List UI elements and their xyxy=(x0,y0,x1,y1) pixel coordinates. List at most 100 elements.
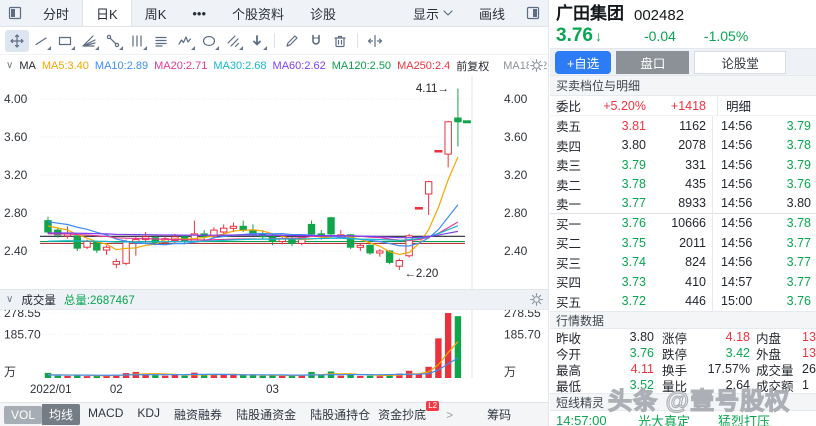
order-book-row[interactable]: 卖一 3.77 8933 xyxy=(550,194,712,214)
order-book-row[interactable]: 买二 3.75 2011 xyxy=(550,233,712,253)
trade-detail-row[interactable]: 14:56 3.78 xyxy=(713,214,816,234)
price-adjust-mode[interactable]: 前复权 xyxy=(456,58,489,74)
indicator-tab[interactable]: 融资融券 xyxy=(174,406,222,423)
order-book-row[interactable]: 卖五 3.81 1162 xyxy=(550,116,712,136)
add-watchlist-button[interactable]: +自选 xyxy=(555,50,612,74)
tab-chip-distribution[interactable]: 筹码 xyxy=(487,406,511,423)
display-dropdown[interactable]: 显示 xyxy=(400,0,466,26)
trade-time: 14:56 xyxy=(721,196,753,211)
draw-line-button[interactable]: 画线 xyxy=(466,0,518,26)
alert-seat: 光大真定 xyxy=(638,413,691,426)
layout-right-panel-icon[interactable] xyxy=(518,0,548,26)
volume-settings-gear-icon[interactable] xyxy=(529,292,544,307)
move-crosshair-icon[interactable] xyxy=(5,29,29,52)
trade-price: 3.79 xyxy=(786,118,811,133)
trade-detail-row[interactable]: 14:56 3.76 xyxy=(713,175,816,195)
horizontal-expand-icon[interactable] xyxy=(363,30,387,52)
vertical-lines-icon[interactable] xyxy=(125,30,149,52)
volume-header: ∨ 成交量 总量:2687467 xyxy=(0,289,548,310)
trade-details-list[interactable]: 14:56 3.79 14:56 3.78 14:56 3.79 14:56 3.76 14:5… xyxy=(712,116,816,311)
trade-detail-row[interactable]: 14:56 3.79 xyxy=(713,116,816,136)
tab-weekly-k[interactable]: 周K xyxy=(132,0,180,26)
order-book-row[interactable]: 买一 3.76 10666 xyxy=(550,214,712,234)
tab-ma-lines[interactable]: 均线 xyxy=(42,404,81,425)
order-book-row[interactable]: 卖四 3.80 2078 xyxy=(550,136,712,156)
level-label: 卖五 xyxy=(556,120,582,135)
more-tabs-arrow[interactable]: > xyxy=(446,408,453,422)
tab-stock-info[interactable]: 个股资料 xyxy=(219,0,297,26)
ma-legend-title: MA xyxy=(19,59,36,72)
weibi-label: 委比 xyxy=(556,100,582,114)
tab-fund-dip[interactable]: 资金抄底 L2 xyxy=(378,401,440,423)
tab-order-book[interactable]: 盘口 xyxy=(616,50,690,74)
collapse-caret-icon[interactable]: ∨ xyxy=(6,60,13,71)
trade-detail-row[interactable]: 14:56 3.77 xyxy=(713,253,816,273)
ma-legend-item: MA30:2.68 xyxy=(213,59,267,72)
trade-price: 3.76 xyxy=(786,294,811,309)
indicator-tab[interactable]: MACD xyxy=(88,406,123,423)
svg-text:4.00: 4.00 xyxy=(4,92,28,106)
indicator-tab[interactable]: KDJ xyxy=(137,406,160,423)
ma-legend-item: MA10:2.89 xyxy=(94,59,149,72)
level-price: 3.74 xyxy=(621,255,646,270)
trade-detail-row[interactable]: 14:56 3.77 xyxy=(713,233,816,253)
order-book-row[interactable]: 卖二 3.78 435 xyxy=(550,175,712,195)
level-price: 3.76 xyxy=(621,216,646,231)
order-book-row[interactable]: 买三 3.74 824 xyxy=(550,253,712,273)
quote-field-label: 量比 xyxy=(662,379,688,394)
quote-field-value: 13 xyxy=(802,346,816,360)
collapse-caret-icon[interactable]: ∨ xyxy=(6,294,13,305)
level-label: 卖四 xyxy=(556,139,582,154)
trade-detail-row[interactable]: 14:56 3.78 xyxy=(713,136,816,156)
svg-text:2.40: 2.40 xyxy=(4,244,28,258)
gann-lines-icon[interactable] xyxy=(149,30,173,52)
tab-stock-forum[interactable]: 论股堂 xyxy=(694,50,786,74)
level-volume: 2078 xyxy=(678,138,706,153)
order-book-row[interactable]: 买五 3.72 446 xyxy=(550,292,712,312)
order-book-row[interactable]: 卖三 3.79 331 xyxy=(550,155,712,175)
pitchfork-icon[interactable] xyxy=(101,30,125,52)
trade-price: 3.80 xyxy=(786,196,811,211)
price-chart[interactable]: 4.00 4.00 3.60 3.60 3.20 3.20 2.80 2.80 2.40 2.40… xyxy=(0,76,549,289)
ellipse-icon[interactable] xyxy=(197,30,221,52)
trade-detail-row[interactable]: 14:56 3.80 xyxy=(713,194,816,214)
trade-time: 14:56 xyxy=(721,138,753,153)
quote-field-value: 3.52 xyxy=(629,378,654,392)
parallel-lines-icon[interactable] xyxy=(221,30,245,52)
svg-text:02: 02 xyxy=(110,384,123,396)
trade-price: 3.79 xyxy=(786,157,811,172)
last-price: 3.76 xyxy=(556,25,593,46)
order-book-row[interactable]: 买四 3.73 410 xyxy=(550,272,712,292)
wave-icon[interactable] xyxy=(173,30,197,52)
svg-text:3.20: 3.20 xyxy=(504,168,528,182)
trend-line-icon[interactable] xyxy=(29,30,53,52)
weibi-percent: +5.20% xyxy=(603,98,646,113)
layout-left-panel-icon[interactable] xyxy=(0,0,30,26)
quote-field-label: 最低 xyxy=(556,379,582,394)
trade-price: 3.76 xyxy=(786,177,811,192)
trade-detail-row[interactable]: 15:00 3.76 xyxy=(713,292,816,312)
arrow-down-icon[interactable] xyxy=(245,30,269,52)
more-periods-button[interactable]: ••• xyxy=(179,0,219,26)
indicator-tab[interactable]: 陆股通资金 xyxy=(236,406,296,423)
magnet-icon[interactable] xyxy=(304,30,328,52)
tab-vol[interactable]: VOL xyxy=(4,405,43,424)
trade-detail-row[interactable]: 14:56 3.79 xyxy=(713,155,816,175)
tab-minute[interactable]: 分时 xyxy=(30,0,82,26)
tab-diagnose[interactable]: 诊股 xyxy=(297,0,349,26)
trade-time: 14:56 xyxy=(721,177,753,192)
ma-settings-gear-icon[interactable] xyxy=(529,58,544,73)
alert-row[interactable]: 14:57:00 光大真定 猛烈打压 xyxy=(550,411,816,426)
trade-price: 3.77 xyxy=(786,235,811,250)
price-row: 3.76 ↓ -0.04 -1.05% xyxy=(550,24,816,48)
trade-detail-row[interactable]: 14:57 3.77 xyxy=(713,272,816,292)
pencil-icon[interactable] xyxy=(280,30,304,52)
level-price: 3.72 xyxy=(621,294,646,309)
fan-lines-icon[interactable] xyxy=(77,30,101,52)
rectangle-icon[interactable] xyxy=(53,30,77,52)
ma-legend: ∨ MA MA5:3.40 MA10:2.89 MA20:2.71 MA30:2.68… xyxy=(0,55,548,76)
tab-daily-k[interactable]: 日K xyxy=(82,0,132,26)
indicator-tab[interactable]: 陆股通持仓 xyxy=(310,406,370,423)
trash-icon[interactable] xyxy=(328,30,352,52)
volume-chart[interactable]: 278.55 278.55 185.70 185.70 万 万 2022/01 02 03 xyxy=(0,310,549,402)
